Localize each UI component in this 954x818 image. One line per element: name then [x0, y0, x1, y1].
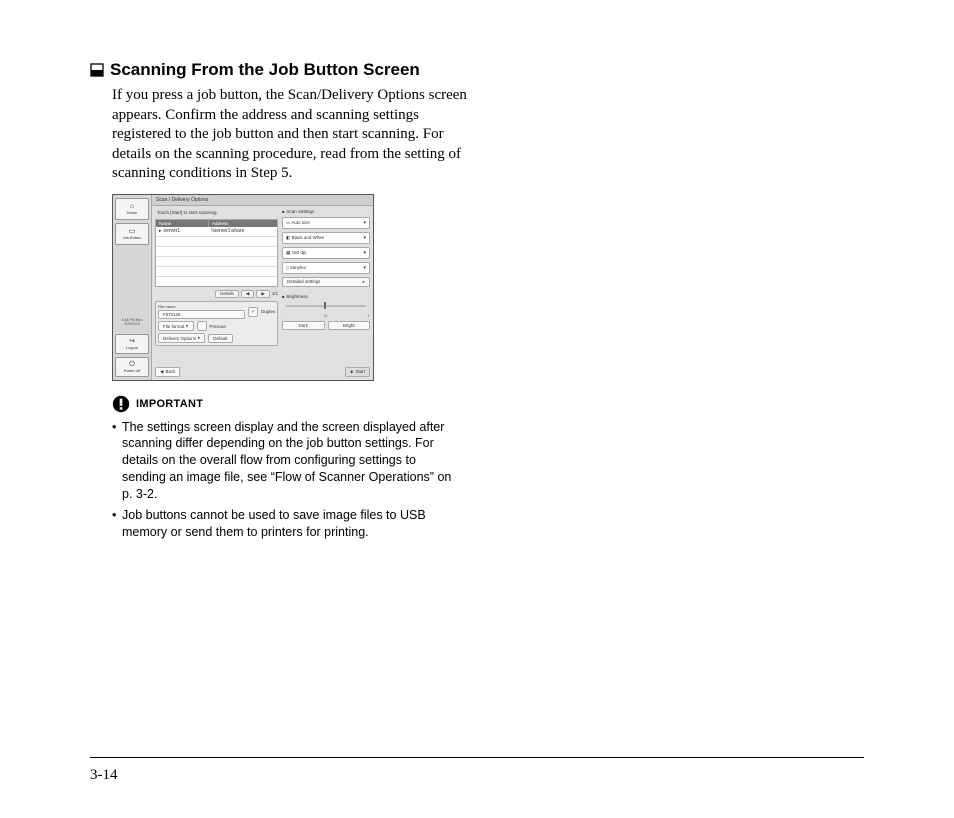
page-next[interactable]: ▶ [256, 290, 269, 299]
table-row [156, 247, 277, 257]
list-item: Job buttons cannot be used to save image… [112, 507, 462, 541]
prescan-check[interactable] [197, 321, 207, 331]
dark-button[interactable]: Dark [282, 321, 324, 330]
back-button[interactable]: ◀ Back [155, 367, 180, 377]
page-number: 3-14 [90, 767, 118, 784]
poweroff-button[interactable]: ⏻Power off [115, 357, 149, 377]
pagesize-dropdown[interactable]: ▭ Auto size▾ [282, 217, 370, 229]
row-name: server1 [164, 228, 181, 234]
side-dropdown[interactable]: ▯ Simplex▾ [282, 262, 370, 274]
filename-label: File name [158, 304, 245, 309]
table-row [156, 267, 277, 277]
details-button[interactable]: Details [215, 290, 239, 299]
col-name: Name [156, 220, 209, 227]
home-button[interactable]: ⌂Home [115, 198, 149, 220]
address-table: NameAddress ▸server1 \\server1\share [155, 219, 278, 287]
heading-bullet-icon [90, 63, 104, 77]
footer-rule [90, 757, 864, 758]
poweroff-label: Power off [124, 369, 141, 373]
fileformat-button[interactable]: File format▸ [158, 321, 194, 331]
list-item: The settings screen display and the scre… [112, 419, 462, 503]
folder-icon: ▸ [159, 228, 162, 234]
default-button[interactable]: Default [208, 334, 232, 343]
panel-title: Scan / Delivery Options [152, 195, 373, 206]
table-row[interactable]: ▸server1 \\server1\share [156, 227, 277, 237]
brightness-slider[interactable] [282, 302, 370, 310]
duplex-label: Duplex [261, 309, 275, 314]
important-label: IMPORTANT [136, 398, 203, 410]
hint-text: Touch [Start] to start scanning. [155, 209, 278, 216]
important-list: The settings screen display and the scre… [112, 419, 462, 541]
duplex-check[interactable]: ✓ [248, 307, 258, 317]
delivery-options-button[interactable]: Delivery Options▸ [158, 333, 205, 343]
embedded-screenshot: ⌂Home ▭Job Button 4:44 PM Mon 3/29/2010 … [112, 194, 864, 381]
bright-button[interactable]: Bright [328, 321, 370, 330]
logout-button[interactable]: ↪Logout [115, 334, 149, 354]
table-row [156, 237, 277, 247]
brightness-label: Brightness [282, 294, 370, 299]
table-row [156, 257, 277, 267]
job-button[interactable]: ▭Job Button [115, 223, 149, 245]
home-label: Home [127, 211, 138, 215]
intro-paragraph: If you press a job button, the Scan/Deli… [112, 86, 472, 184]
logout-label: Logout [126, 346, 138, 350]
page-prev[interactable]: ◀ [241, 290, 254, 299]
table-row [156, 277, 277, 286]
page-indicator: 1/1 [272, 291, 278, 296]
prescan-label: Prescan [210, 324, 227, 329]
scan-settings-label: Scan Settings [282, 209, 370, 214]
power-icon: ⏻ [129, 361, 135, 368]
start-button[interactable]: ◈ Start [345, 367, 370, 377]
timestamp: 4:44 PM Mon 3/29/2010 [115, 318, 149, 326]
color-dropdown[interactable]: ◧ Black and White▾ [282, 232, 370, 244]
detailed-settings-button[interactable]: Detailed settings▸ [282, 277, 370, 287]
section-heading: Scanning From the Job Button Screen [110, 60, 420, 80]
job-icon: ▭ [129, 228, 136, 235]
row-address: \\server1\share [208, 228, 277, 234]
job-label: Job Button [122, 236, 141, 240]
filename-value: F071126 [158, 310, 245, 319]
dpi-dropdown[interactable]: ▦ 150 dpi▾ [282, 247, 370, 259]
important-icon [112, 395, 130, 413]
col-address: Address [209, 220, 277, 227]
logout-icon: ↪ [129, 338, 135, 345]
home-icon: ⌂ [130, 203, 134, 210]
